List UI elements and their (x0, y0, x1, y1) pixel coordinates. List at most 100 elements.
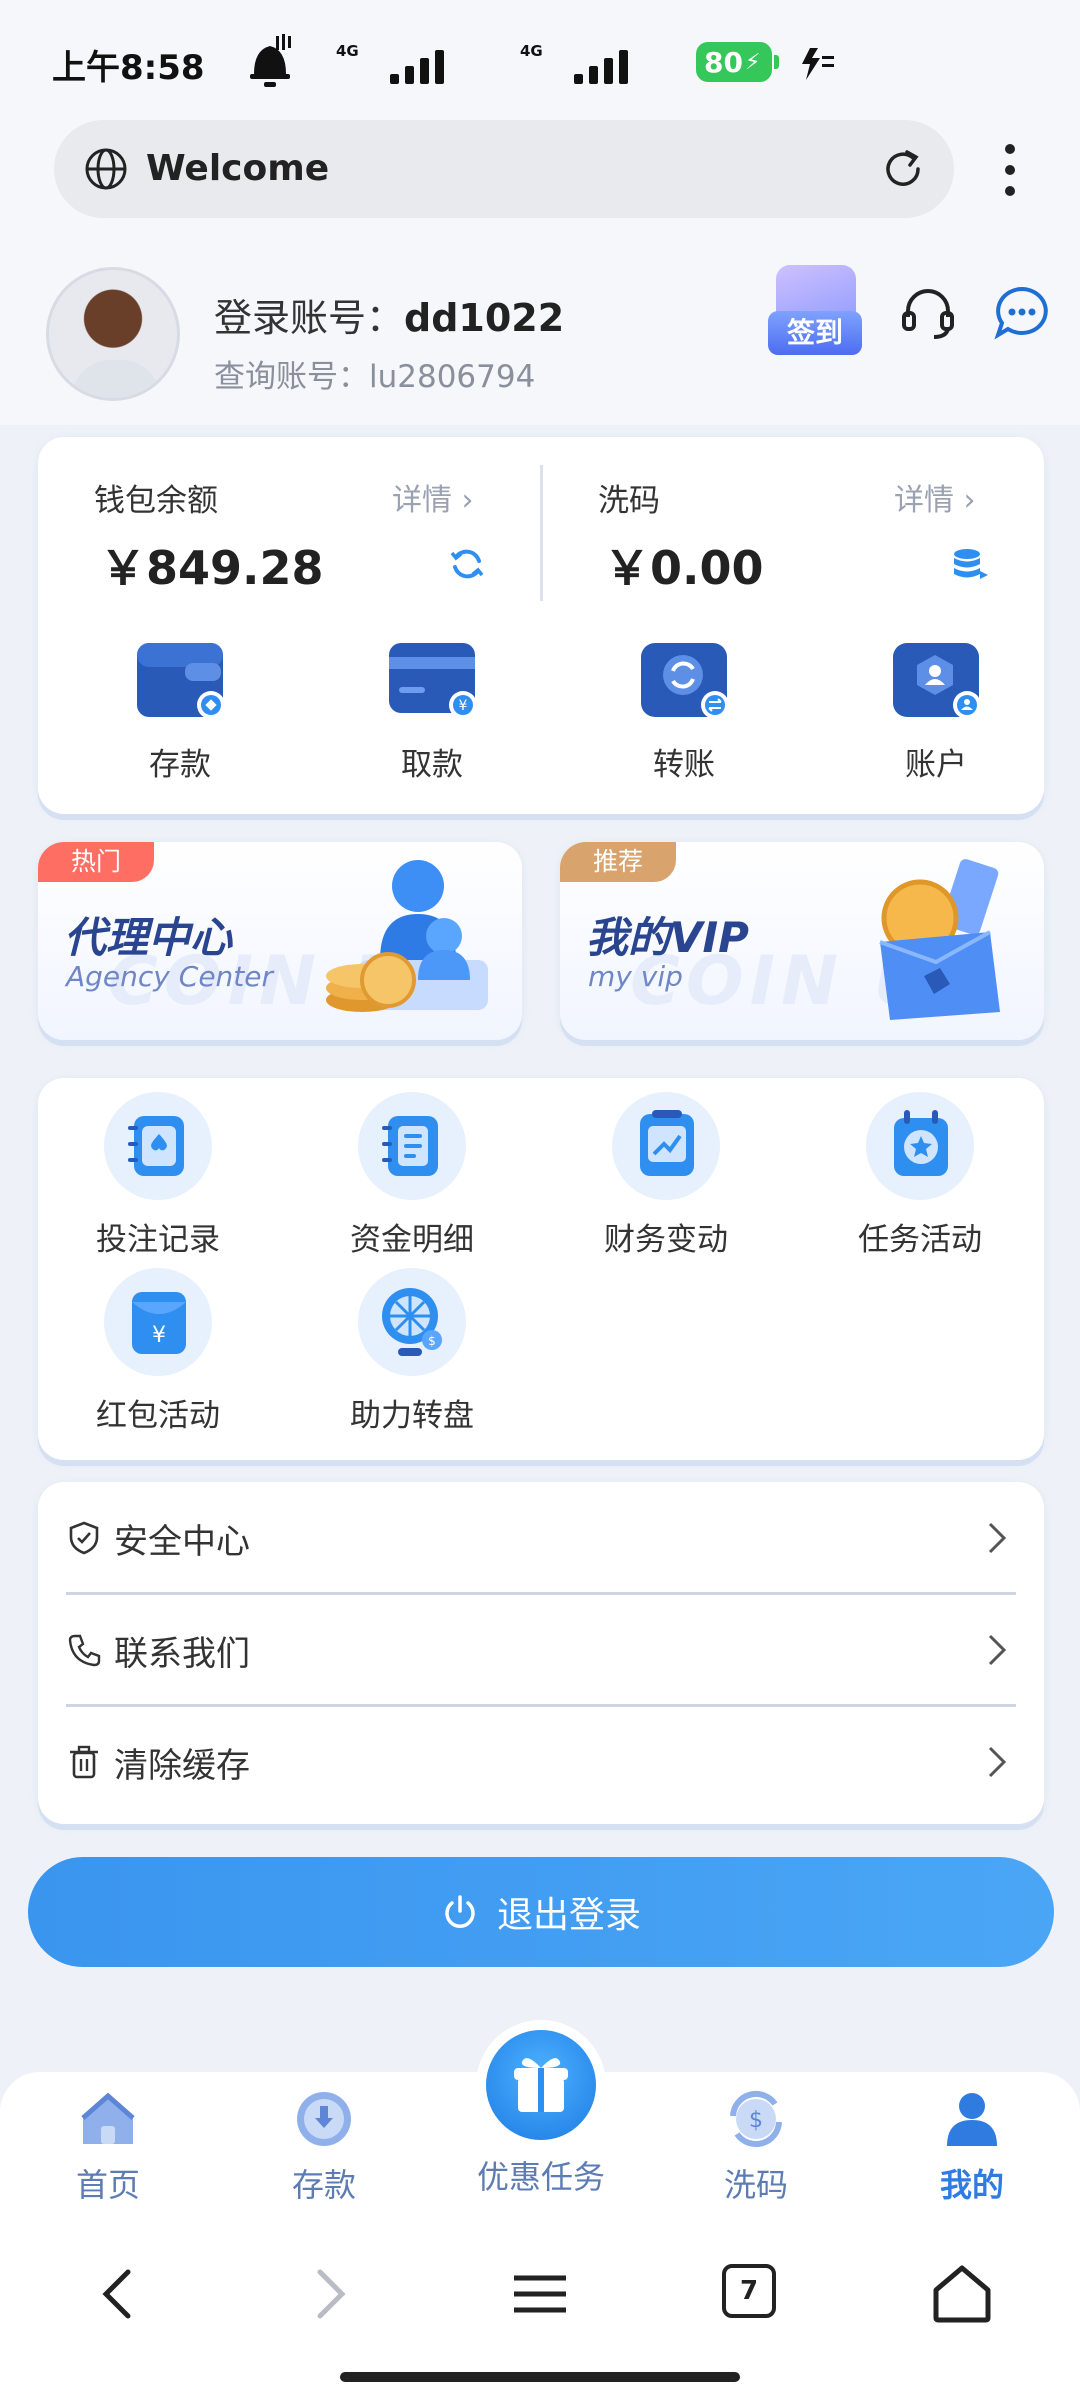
wash-label: 洗码 (598, 483, 660, 519)
agency-illustration-icon (326, 860, 488, 1012)
bet-record-icon (104, 1092, 212, 1200)
svg-text:¥: ¥ (459, 698, 468, 714)
action-transfer[interactable]: 转账 (604, 637, 764, 784)
logout-label: 退出登录 (496, 1895, 641, 1936)
tab-promo-task[interactable] (486, 2030, 596, 2140)
avatar[interactable] (46, 267, 180, 401)
divider (540, 465, 543, 601)
status-time: 上午8:58 (52, 48, 205, 88)
power-icon (445, 1895, 475, 1928)
wallet-card: 钱包余额 详情 › ￥849.28 洗码 详情 › ￥0.00 存款 ¥ 取款 … (38, 437, 1044, 814)
home-icon (81, 2092, 135, 2144)
task-activity-icon (866, 1092, 974, 1200)
status-icons: 4G 4G 80 ⚡ (240, 30, 860, 90)
fast-charge-icon (802, 48, 834, 80)
chevron-right-icon (988, 1522, 1007, 1554)
trash-icon (70, 1745, 98, 1779)
user-icon (947, 2093, 997, 2146)
status-bar: 上午8:58 4G 4G 80 ⚡ (0, 0, 1080, 120)
my-vip-card[interactable]: COIN US 推荐 我的VIP my vip (560, 842, 1044, 1040)
agency-center-card[interactable]: COIN US 热门 代理中心 Agency Center (38, 842, 522, 1040)
database-icon (954, 549, 988, 579)
refresh-balance-icon[interactable] (448, 545, 486, 583)
signal-icon-2 (574, 50, 628, 84)
balance-detail-link[interactable]: 详情 › (392, 475, 474, 519)
deposit-icon (297, 2092, 351, 2146)
browser-bar: Welcome (0, 120, 1080, 235)
network-type-2: 4G (520, 42, 543, 60)
action-account[interactable]: 账户 (856, 637, 1016, 784)
transfer-icon (641, 643, 729, 719)
action-deposit[interactable]: 存款 (100, 637, 260, 784)
promo-title: 我的VIP (586, 913, 749, 962)
feature-grid: 投注记录 资金明细 财务变动 任务活动 ¥ 红包活动 $ 助力转盘 (38, 1078, 1044, 1460)
chevron-right-icon (988, 1746, 1007, 1778)
signal-icon-1 (390, 50, 444, 84)
menu-icon[interactable] (508, 2262, 572, 2326)
more-menu-icon[interactable] (990, 140, 1030, 200)
profile-header: 登录账号：dd1022 查询账号：lu2806794 签到 (0, 235, 1080, 425)
svg-text:$: $ (428, 1334, 436, 1348)
chevron-right-icon (988, 1634, 1007, 1666)
lucky-wheel-icon: $ (358, 1268, 466, 1376)
browser-nav-bar: 7 (0, 2220, 1080, 2400)
menu-item-clear-cache[interactable]: 清除缓存 (66, 1706, 1016, 1814)
promo-subtitle: my vip (588, 960, 683, 993)
shield-icon (69, 1521, 99, 1555)
chat-icon[interactable] (992, 283, 1052, 343)
network-type-1: 4G (336, 42, 359, 60)
promo-subtitle: Agency Center (66, 960, 274, 993)
wash-detail-link[interactable]: 详情 › (894, 475, 976, 519)
balance-amount: ￥849.28 (100, 541, 324, 595)
wash-code-icon: $ (730, 2090, 782, 2148)
bell-icon (250, 34, 291, 87)
action-withdraw[interactable]: ¥ 取款 (352, 637, 512, 784)
home-nav-icon[interactable] (930, 2262, 994, 2326)
promo-title: 代理中心 (64, 913, 233, 962)
address-bar[interactable]: Welcome (54, 120, 954, 218)
headset-icon[interactable] (898, 283, 958, 343)
globe-icon (85, 148, 127, 190)
back-icon[interactable] (88, 2262, 152, 2326)
fund-detail-icon (358, 1092, 466, 1200)
tab-wash-code[interactable]: $ 洗码 (666, 2088, 846, 2206)
grid-item-finance-change[interactable]: 财务变动 (566, 1092, 766, 1259)
svg-text:$: $ (749, 2108, 763, 2133)
tab-home[interactable]: 首页 (18, 2088, 198, 2206)
wallet-deposit-icon (137, 643, 225, 719)
phone-icon (68, 1634, 101, 1667)
svg-text:¥: ¥ (152, 1323, 166, 1348)
settings-menu: 安全中心 联系我们 清除缓存 (38, 1482, 1044, 1824)
account-icon (893, 643, 981, 719)
vip-box-illustration-icon (879, 859, 1000, 1020)
finance-change-icon (612, 1092, 720, 1200)
balance-label: 钱包余额 (94, 483, 218, 519)
tabs-count-button[interactable]: 7 (722, 2264, 776, 2318)
grid-item-red-packet[interactable]: ¥ 红包活动 (58, 1268, 258, 1435)
hot-tag: 热门 (38, 842, 154, 882)
grid-item-bet-record[interactable]: 投注记录 (58, 1092, 258, 1259)
checkin-button[interactable]: 签到 (768, 265, 862, 361)
charging-icon: ⚡ (744, 49, 761, 75)
page-title: Welcome (146, 148, 330, 189)
tab-mine[interactable]: 我的 (882, 2088, 1062, 2206)
recommend-tag: 推荐 (560, 842, 676, 882)
tab-deposit[interactable]: 存款 (234, 2088, 414, 2206)
tab-promo-task-label[interactable]: 优惠任务 (450, 2152, 632, 2198)
grid-item-lucky-wheel[interactable]: $ 助力转盘 (312, 1268, 512, 1435)
card-withdraw-icon: ¥ (389, 643, 477, 719)
gift-icon (514, 2058, 568, 2112)
red-packet-icon: ¥ (104, 1268, 212, 1376)
grid-item-fund-detail[interactable]: 资金明细 (312, 1092, 512, 1259)
menu-item-security[interactable]: 安全中心 (66, 1482, 1016, 1590)
logout-button[interactable]: 退出登录 (28, 1857, 1054, 1967)
query-account: 查询账号：lu2806794 (214, 359, 536, 395)
menu-item-contact[interactable]: 联系我们 (66, 1594, 1016, 1702)
wash-amount: ￥0.00 (604, 541, 764, 595)
bottom-tab-bar: 首页 存款 优惠任务 $ 洗码 我的 (0, 2030, 1080, 2220)
home-indicator (340, 2372, 740, 2382)
forward-icon[interactable] (296, 2262, 360, 2326)
refresh-icon[interactable] (880, 146, 926, 192)
checkin-label: 签到 (768, 311, 862, 355)
grid-item-task-activity[interactable]: 任务活动 (820, 1092, 1020, 1259)
